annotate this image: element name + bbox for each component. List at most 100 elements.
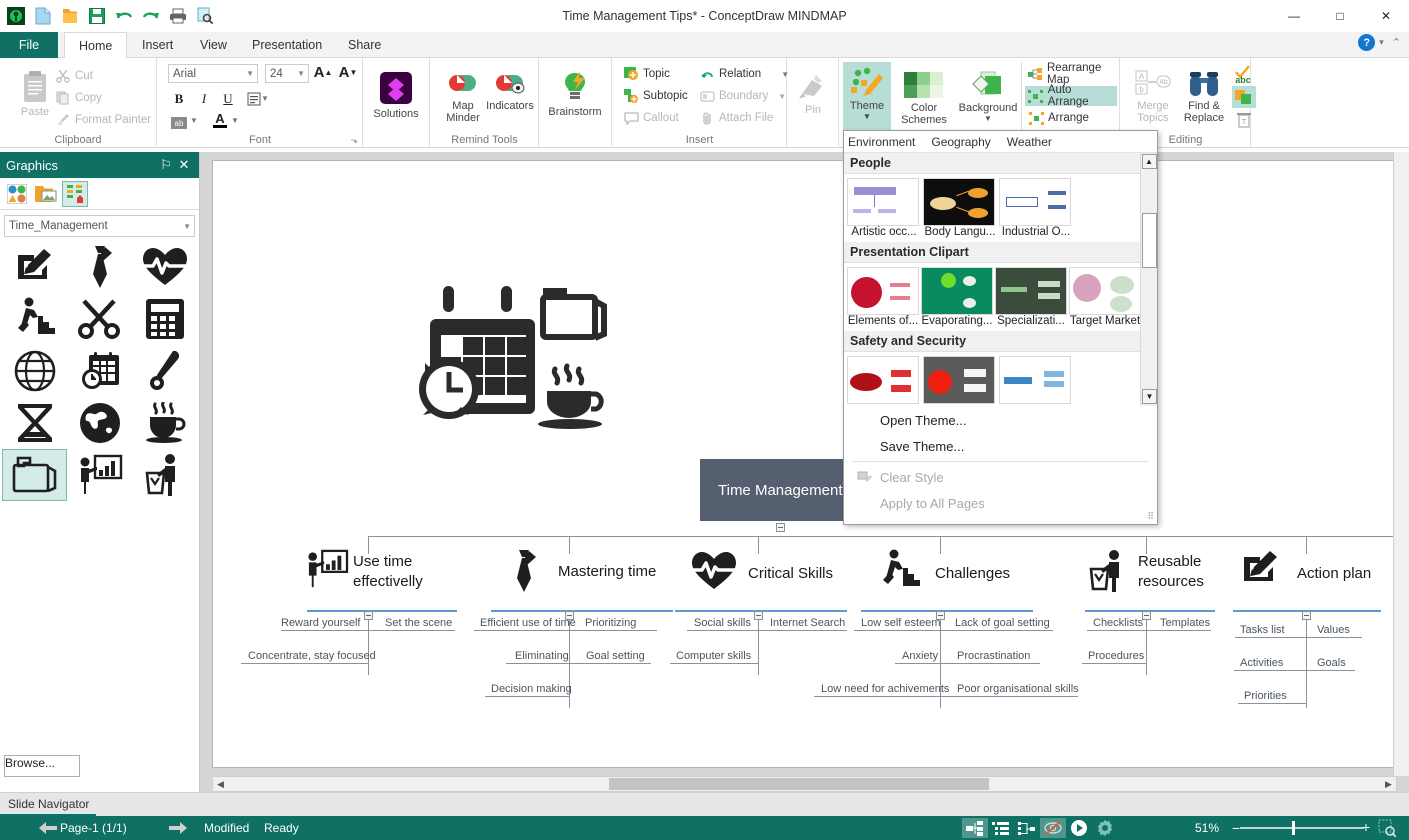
branch-4-sub-0[interactable]: Low self esteem	[861, 617, 940, 629]
play-presentation-icon[interactable]	[1066, 818, 1092, 838]
brainstorm-button[interactable]: Brainstorm	[546, 66, 604, 118]
branch-5-sub-0[interactable]: Checklists	[1093, 617, 1143, 629]
format-painter-button[interactable]: Format Painter	[52, 110, 154, 130]
prev-page-button[interactable]	[38, 816, 58, 840]
browse-button[interactable]: Browse...	[4, 755, 80, 777]
subtopic-button[interactable]: Subtopic	[620, 86, 691, 106]
theme-scroll-up-button[interactable]: ▲	[1141, 154, 1157, 169]
branch-5-title[interactable]: Reusable resources	[1138, 552, 1218, 592]
branch-4-sub-3[interactable]: Procrastination	[957, 650, 1030, 662]
branch-2-sub-4[interactable]: Decision making	[491, 683, 572, 695]
shape-earth-globe[interactable]	[67, 397, 132, 449]
shape-globe-grid[interactable]	[2, 345, 67, 397]
branch-2-sub-2[interactable]: Eliminating	[515, 650, 569, 662]
branch-1-title[interactable]: Use time effectivelly	[353, 552, 445, 592]
tab-file[interactable]: File	[0, 32, 58, 58]
branch-4-title[interactable]: Challenges	[935, 565, 1010, 582]
branch-3-collapse[interactable]	[754, 611, 763, 620]
theme-scroll-thumb[interactable]	[1142, 213, 1157, 268]
branch-6-title[interactable]: Action plan	[1297, 565, 1371, 582]
branch-5-collapse[interactable]	[1142, 611, 1151, 620]
font-color-dropdown-icon[interactable]: ▼	[231, 116, 239, 125]
branch-4-sub-2[interactable]: Anxiety	[902, 650, 938, 662]
canvas-horizontal-scrollbar[interactable]: ◀ ▶	[212, 776, 1397, 792]
clipart-categories-icon[interactable]	[4, 181, 30, 207]
mindmap-canvas[interactable]: Time Management Use time effectivelly Re…	[212, 160, 1397, 768]
theme-popup-resize-grip[interactable]: ⠿	[1147, 511, 1154, 522]
branch-6-sub-2[interactable]: Activities	[1240, 657, 1283, 669]
color-schemes-button[interactable]: Color Schemes	[895, 66, 953, 126]
rearrange-map-button[interactable]: Rearrange Map	[1025, 62, 1119, 86]
branch-2-sub-3[interactable]: Goal setting	[586, 650, 645, 662]
indicators-button[interactable]: Indicators	[481, 66, 539, 112]
branch-2-sub-1[interactable]: Prioritizing	[585, 617, 636, 629]
branch-1-sub-0[interactable]: Reward yourself	[281, 617, 360, 629]
theme-thumb-evaporating[interactable]: Evaporating...	[921, 267, 993, 327]
symbol-library-icon[interactable]	[62, 180, 88, 207]
theme-tab-environment[interactable]: Environment	[848, 135, 915, 149]
arrange-button[interactable]: Arrange	[1025, 108, 1092, 128]
shape-calculator[interactable]	[132, 293, 197, 345]
theme-thumb-safety-2[interactable]	[923, 356, 997, 404]
pin-panel-icon[interactable]: ⚐	[157, 157, 175, 173]
branch-6-sub-3[interactable]: Goals	[1317, 657, 1346, 669]
slide-navigator-label[interactable]: Slide Navigator	[8, 797, 89, 811]
minimize-button[interactable]: —	[1271, 0, 1317, 32]
align-dropdown-icon[interactable]: ▼	[261, 94, 269, 103]
spelling-button[interactable]: abc	[1232, 64, 1254, 85]
mindmap-view-icon[interactable]	[962, 818, 988, 838]
zoom-handle[interactable]	[1292, 821, 1295, 835]
shape-calendar-clock[interactable]	[67, 345, 132, 397]
font-color-button[interactable]: A	[209, 110, 231, 131]
copy-button[interactable]: Copy	[52, 88, 105, 108]
branch-5-sub-1[interactable]: Templates	[1160, 617, 1210, 629]
highlight-button[interactable]: ab	[168, 112, 190, 133]
shape-trash-person[interactable]	[132, 449, 197, 501]
bold-button[interactable]: B	[168, 88, 190, 109]
save-theme-menu-item[interactable]: Save Theme...	[844, 433, 1157, 459]
branch-5-sub-2[interactable]: Procedures	[1088, 650, 1144, 662]
horizontal-scroll-thumb[interactable]	[609, 778, 989, 790]
library-select[interactable]: Time_Management ▼	[4, 215, 195, 237]
maximize-button[interactable]: □	[1317, 0, 1363, 32]
theme-thumb-industrial[interactable]: Industrial O...	[999, 178, 1073, 238]
tab-insert[interactable]: Insert	[128, 32, 187, 58]
merge-topics-button[interactable]: Ab Ab Merge Topics	[1126, 66, 1180, 124]
scroll-left-arrow[interactable]: ◀	[213, 777, 228, 791]
theme-thumb-specialization[interactable]: Specializati...	[995, 267, 1067, 327]
branch-3-sub-0[interactable]: Social skills	[694, 617, 751, 629]
theme-dropdown-icon[interactable]: ▼	[863, 112, 871, 121]
pin-button[interactable]: Pin	[784, 68, 842, 116]
branch-2-title[interactable]: Mastering time	[558, 563, 656, 580]
shape-hourglass[interactable]	[2, 397, 67, 449]
delete-button[interactable]: T	[1232, 110, 1256, 130]
fit-to-page-icon[interactable]	[1378, 816, 1396, 840]
theme-tab-weather-label[interactable]: Weather	[1007, 135, 1052, 149]
zoom-out-button[interactable]: −	[1232, 820, 1240, 836]
shape-clipboard-pencil[interactable]	[2, 241, 67, 293]
shape-presenter-chart[interactable]	[67, 449, 132, 501]
tab-view[interactable]: View	[186, 32, 241, 58]
branch-1-collapse[interactable]	[364, 611, 373, 620]
theme-thumb-safety-3[interactable]	[999, 356, 1073, 404]
theme-thumb-artistic[interactable]: Artistic occ...	[847, 178, 921, 238]
attach-file-button[interactable]: Attach File	[696, 108, 776, 128]
shape-scissors[interactable]	[67, 293, 132, 345]
topic-button[interactable]: Topic	[620, 64, 673, 84]
branch-6-collapse[interactable]	[1302, 611, 1311, 620]
branch-4-sub-1[interactable]: Lack of goal setting	[955, 617, 1050, 629]
font-dialog-launcher[interactable]: ⬎	[350, 135, 358, 146]
branch-2-sub-0[interactable]: Efficient use of time	[480, 617, 576, 629]
underline-button[interactable]: U	[217, 88, 239, 109]
scroll-right-arrow[interactable]: ▶	[1381, 777, 1396, 791]
italic-button[interactable]: I	[193, 88, 215, 109]
callout-button[interactable]: Callout	[620, 108, 682, 128]
close-panel-icon[interactable]: ✕	[175, 157, 193, 173]
close-button[interactable]: ✕	[1363, 0, 1409, 32]
open-theme-menu-item[interactable]: Open Theme...	[844, 407, 1157, 433]
shape-coffee-cup[interactable]	[132, 397, 197, 449]
branch-6-sub-4[interactable]: Priorities	[1244, 690, 1287, 702]
branch-1-sub-2[interactable]: Concentrate, stay focused	[248, 650, 376, 662]
branch-3-sub-2[interactable]: Computer skills	[676, 650, 751, 662]
theme-tab-geography[interactable]: Geography	[931, 135, 990, 149]
